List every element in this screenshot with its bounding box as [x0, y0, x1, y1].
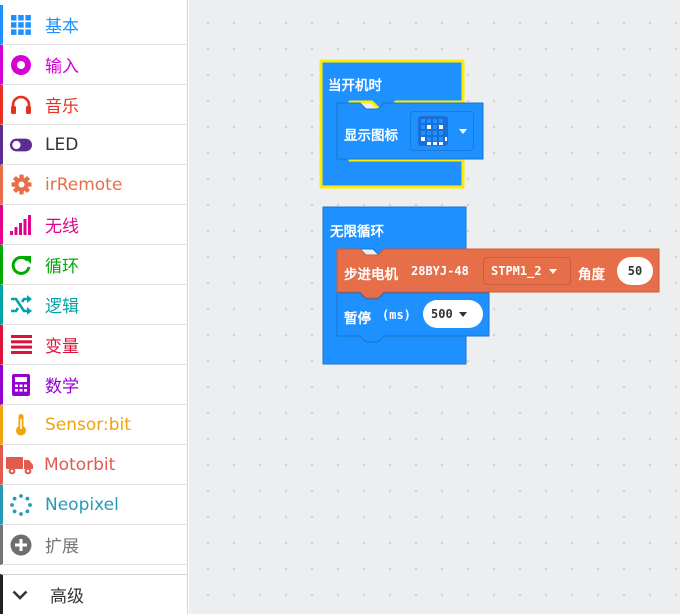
category-input[interactable]: 输入 — [0, 45, 188, 85]
list-icon — [10, 334, 32, 356]
gear-icon — [10, 174, 32, 196]
category-variables[interactable]: 变量 — [0, 325, 188, 365]
category-led[interactable]: LED — [0, 125, 188, 165]
forever-label: 无限循环 — [330, 224, 384, 240]
stepper-port-value: STPM1_2 — [491, 264, 542, 278]
category-label: Motorbit — [44, 454, 116, 475]
shuffle-icon — [10, 294, 32, 316]
angle-input[interactable]: 50 — [617, 257, 653, 285]
chevron-down-icon — [12, 590, 28, 600]
category-label: 循环 — [45, 257, 79, 277]
category-label: 基本 — [45, 17, 79, 37]
stepper-port-dropdown[interactable]: STPM1_2 — [483, 257, 571, 285]
category-motorbit[interactable]: Motorbit — [0, 445, 188, 485]
stepper-label: 步进电机 — [344, 267, 398, 283]
chevron-down-icon — [459, 128, 467, 134]
category-extensions[interactable]: 扩展 — [0, 525, 188, 565]
advanced-label: 高级 — [50, 587, 84, 607]
pause-value-dropdown[interactable]: 500 — [423, 300, 483, 328]
chevron-down-icon — [548, 268, 557, 274]
category-math[interactable]: 数学 — [0, 365, 188, 405]
category-label: irRemote — [45, 174, 123, 195]
refresh-icon — [10, 254, 32, 276]
category-sensorbit[interactable]: Sensor:bit — [0, 405, 188, 445]
calculator-icon — [10, 373, 32, 396]
category-label: 数学 — [45, 377, 79, 397]
headphones-icon — [10, 94, 32, 116]
advanced-toggle[interactable]: 高级 — [0, 574, 188, 614]
grid-icon — [10, 14, 32, 36]
plus-circle-icon — [10, 534, 32, 556]
category-label: 变量 — [45, 337, 79, 357]
toolbox: 基本 输入 音乐 LED irRemote 无线 循环 逻辑 变量 数学 Sen… — [0, 0, 188, 614]
category-label: 音乐 — [45, 97, 79, 117]
category-irremote[interactable]: irRemote — [0, 165, 188, 205]
category-label: 无线 — [45, 217, 79, 237]
show-icon-label: 显示图标 — [344, 128, 398, 144]
category-radio[interactable]: 无线 — [0, 205, 188, 245]
angle-value: 50 — [627, 264, 643, 278]
category-label: 逻辑 — [45, 297, 79, 317]
category-label: LED — [45, 134, 79, 155]
category-logic[interactable]: 逻辑 — [0, 285, 188, 325]
stepper-model: 28BYJ-48 — [411, 264, 469, 278]
category-label: Neopixel — [45, 494, 119, 515]
category-label: Sensor:bit — [45, 414, 131, 435]
on-start-label: 当开机时 — [328, 78, 382, 94]
toggle-icon — [10, 134, 32, 156]
dotted-ring-icon — [10, 493, 32, 516]
signal-bars-icon — [10, 214, 32, 236]
led-icon-preview — [418, 116, 448, 146]
radio-button-icon — [10, 54, 32, 76]
category-neopixel[interactable]: Neopixel — [0, 485, 188, 525]
icon-picker-dropdown[interactable] — [410, 111, 474, 151]
category-label: 输入 — [45, 57, 79, 77]
category-music[interactable]: 音乐 — [0, 85, 188, 125]
category-basic[interactable]: 基本 — [0, 5, 188, 45]
thermometer-icon — [10, 413, 32, 436]
chevron-down-icon — [458, 311, 467, 317]
pause-unit: (ms) — [382, 308, 411, 322]
category-label: 扩展 — [45, 537, 79, 557]
blocks-workspace[interactable]: 当开机时 显示图标 无限循环 步进电机 28BYJ-48 STPM1_2 角度 … — [189, 0, 680, 614]
pause-label: 暂停 — [344, 311, 371, 327]
category-loops[interactable]: 循环 — [0, 245, 188, 285]
angle-label: 角度 — [578, 267, 605, 283]
truck-icon — [6, 454, 34, 476]
pause-value: 500 — [431, 307, 453, 321]
